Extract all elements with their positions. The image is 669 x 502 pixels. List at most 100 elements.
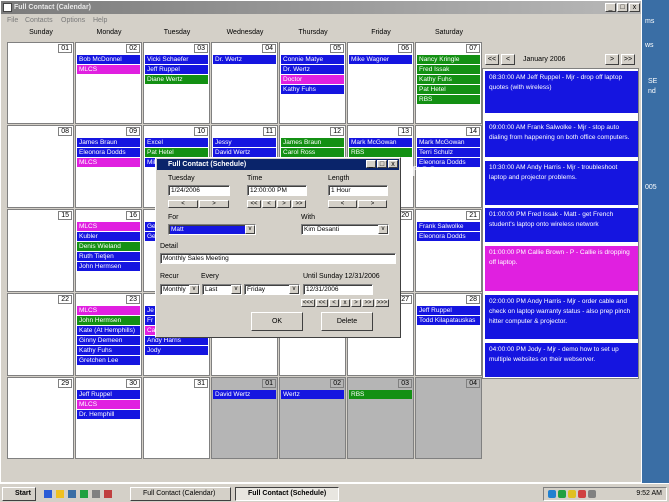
prev-year-button[interactable]: << — [485, 54, 499, 65]
day-cell[interactable]: 02 Wertz — [279, 377, 346, 459]
day-cell[interactable]: 16 MLCS Kubler Denis Wieland Ruth Tietjen Joh… — [75, 209, 142, 292]
with-select[interactable]: Kim Desanti — [301, 224, 389, 235]
dialog-close-button[interactable]: x — [388, 160, 398, 168]
time-back-1-button[interactable]: < — [262, 200, 276, 208]
calendar-event[interactable]: Excel — [145, 138, 208, 147]
calendar-event[interactable]: John Hermsen — [77, 262, 140, 271]
close-button[interactable]: x — [629, 3, 640, 12]
day-cell[interactable]: 07 Nancy Kringle Fred Issak Kathy Fuhs Pat H… — [415, 42, 482, 124]
day-cell[interactable]: 03 Vicki Schaefer Jeff Ruppel Diane Wertz — [143, 42, 210, 124]
calendar-event[interactable]: Kate (At Hemphills) — [77, 326, 140, 335]
dialog-maximize-button[interactable]: □ — [377, 160, 387, 168]
for-dropdown-arrow-icon[interactable]: v — [245, 225, 255, 234]
day-cell[interactable]: 02 Bob McDonnel MLCS — [75, 42, 142, 124]
calendar-event[interactable]: Jeff Ruppel — [417, 306, 480, 315]
day-event-item[interactable]: 09:00:00 AM Frank Salwolke - Mjr - stop … — [485, 121, 638, 157]
day-dropdown-arrow-icon[interactable]: v — [289, 285, 299, 294]
day-cell[interactable]: 29 — [7, 377, 74, 459]
next-month-button[interactable]: > — [605, 54, 619, 65]
day-cell[interactable]: 06 Mike Wagner — [347, 42, 414, 124]
calendar-event[interactable]: Frank Salwolke — [417, 222, 480, 231]
calendar-titlebar[interactable]: Full Contact (Calendar) — [1, 1, 641, 14]
time-field[interactable]: 12:00:00 PM — [247, 185, 307, 196]
time-forward-1-button[interactable]: > — [277, 200, 291, 208]
until-back-3-button[interactable]: <<< — [301, 299, 315, 307]
calendar-event[interactable]: John Hermsen — [77, 316, 140, 325]
calendar-event[interactable]: MLCS — [77, 222, 140, 231]
day-cell[interactable]: 31 — [143, 377, 210, 459]
day-event-item[interactable]: 10:30:00 AM Andy Harris - Mjr - troubles… — [485, 161, 638, 205]
calendar-event[interactable]: Jody — [145, 346, 208, 355]
until-forward-3-button[interactable]: >>> — [375, 299, 389, 307]
messenger-icon[interactable] — [568, 490, 576, 498]
length-next-button[interactable]: > — [358, 200, 387, 208]
antivirus-icon[interactable] — [558, 490, 566, 498]
until-forward-2-button[interactable]: >> — [362, 299, 374, 307]
desktop-icon[interactable] — [68, 490, 76, 498]
minimize-button[interactable]: _ — [605, 3, 616, 12]
day-cell[interactable]: 03 RBS — [347, 377, 414, 459]
time-forward-2-button[interactable]: >> — [292, 200, 306, 208]
date-field[interactable]: 1/24/2006 — [168, 185, 230, 196]
calendar-event[interactable]: Kubler — [77, 232, 140, 241]
day-cell[interactable]: 28 Jeff Ruppel Todd Kilapatauskas — [415, 293, 482, 376]
calendar-event[interactable]: Dr. Wertz — [281, 65, 344, 74]
for-select[interactable]: Matt — [168, 224, 256, 235]
calendar-event[interactable]: MLCS — [77, 400, 140, 409]
calendar-event[interactable]: David Wertz — [213, 148, 276, 157]
volume-icon[interactable] — [588, 490, 596, 498]
until-back-2-button[interactable]: << — [316, 299, 328, 307]
calendar-event[interactable]: Kathy Fuhs — [77, 346, 140, 355]
start-button[interactable]: Start — [2, 487, 36, 501]
calendar-event[interactable]: Connie Matye — [281, 55, 344, 64]
calendar-event[interactable]: Pat Hetel — [417, 85, 480, 94]
day-cell[interactable]: 21 Frank Salwolke Eleonora Dodds — [415, 209, 482, 292]
until-forward-1-button[interactable]: > — [351, 299, 361, 307]
calendar-event[interactable]: Jeff Ruppel — [77, 390, 140, 399]
calendar-event[interactable]: Eleonora Dodds — [417, 232, 480, 241]
calendar-event[interactable]: Terri Schulz — [417, 148, 480, 157]
day-event-item[interactable]: 01:00:00 PM Fred Issak - Matt - get Fren… — [485, 208, 638, 242]
day-cell[interactable]: 01 David Wertz — [211, 377, 278, 459]
day-cell[interactable]: 30 Jeff Ruppel MLCS Dr. Hemphill — [75, 377, 142, 459]
calendar-event[interactable]: James Braun — [77, 138, 140, 147]
calendar-event[interactable]: Mike Wagner — [349, 55, 412, 64]
length-prev-button[interactable]: < — [328, 200, 357, 208]
taskbar-calendar-button[interactable]: Full Contact (Calendar) — [130, 487, 231, 501]
recur-dropdown-arrow-icon[interactable]: v — [189, 285, 199, 294]
detail-field[interactable]: Monthly Sales Meeting — [160, 253, 396, 264]
calendar-event[interactable]: Nancy Kringle — [417, 55, 480, 64]
menu-contacts[interactable]: Contacts — [25, 17, 53, 24]
date-next-button[interactable]: > — [199, 200, 229, 208]
ok-button[interactable]: OK — [251, 312, 303, 331]
day-cell[interactable]: 15 — [7, 209, 74, 292]
calendar-event[interactable]: Mark McGowan — [417, 138, 480, 147]
calendar-event[interactable]: RBS — [349, 390, 412, 399]
until-field[interactable]: 12/31/2006 — [303, 284, 373, 295]
calendar-event[interactable]: RBS — [417, 95, 480, 104]
calendar-event[interactable]: Fred Issak — [417, 65, 480, 74]
day-cell[interactable]: 05 Connie Matye Dr. Wertz Doctor Kathy Fuhs — [279, 42, 346, 124]
day-cell[interactable]: 04 Dr. Wertz — [211, 42, 278, 124]
day-cell[interactable]: 22 — [7, 293, 74, 376]
calendar-event[interactable]: Jessy — [213, 138, 276, 147]
day-event-item[interactable]: 08:30:00 AM Jeff Ruppel - Mjr - drop off… — [485, 71, 638, 113]
calendar-event[interactable]: Jeff Ruppel — [145, 65, 208, 74]
menu-help[interactable]: Help — [93, 17, 107, 24]
calendar-event[interactable]: Ginny Demeen — [77, 336, 140, 345]
calendar-event[interactable]: Eleonora Dodds — [77, 148, 140, 157]
alert-icon[interactable] — [578, 490, 586, 498]
day-event-item[interactable]: 04:00:00 PM Jody - Mjr - demo how to set… — [485, 343, 638, 377]
folder-icon[interactable] — [56, 490, 64, 498]
length-field[interactable]: 1 Hour — [328, 185, 388, 196]
calendar-event[interactable]: Kathy Fuhs — [417, 75, 480, 84]
until-back-1-button[interactable]: < — [329, 299, 339, 307]
calendar-event[interactable]: Diane Wertz — [145, 75, 208, 84]
calendar-event[interactable]: Carol Ross — [281, 148, 344, 157]
calendar-event[interactable]: Denis Wieland — [77, 242, 140, 251]
browser-icon[interactable] — [44, 490, 52, 498]
calendar-event[interactable]: Vicki Schaefer — [145, 55, 208, 64]
calendar-event[interactable]: Dr. Wertz — [213, 55, 276, 64]
calendar-event[interactable]: Kathy Fuhs — [281, 85, 344, 94]
calendar-event[interactable]: Gretchen Lee — [77, 356, 140, 365]
